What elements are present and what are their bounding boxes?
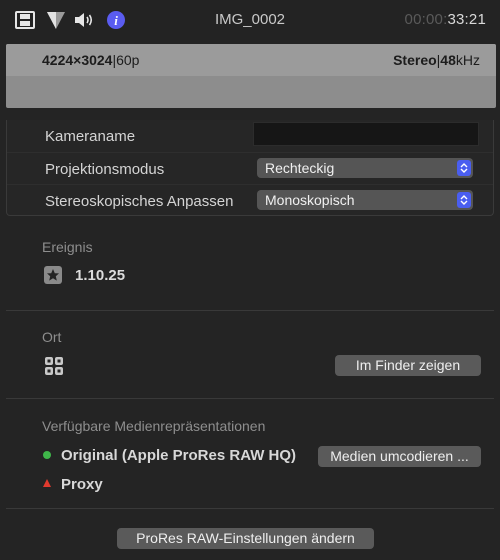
event-value: 1.10.25 <box>75 267 126 284</box>
original-status-dot <box>43 451 51 459</box>
transcode-media-button[interactable]: Medien umcodieren ... <box>318 446 481 467</box>
stereo-row: Stereoskopisches Anpassen Monoskopisch <box>7 184 493 216</box>
proxy-media-label: Proxy <box>61 476 103 493</box>
clip-info-header: 4224×3024|60p Stereo|48kHz <box>6 44 496 108</box>
sample-rate: 48 <box>440 52 456 68</box>
camera-name-field[interactable] <box>253 122 479 146</box>
projection-row: Projektionsmodus Rechteckig <box>7 152 493 184</box>
timecode: 00:00:33:21 <box>405 11 486 28</box>
audio-format: Stereo|48kHz <box>393 52 480 68</box>
projection-label: Projektionsmodus <box>45 161 165 178</box>
projection-popup[interactable]: Rechteckig <box>257 158 473 178</box>
clip-settings-panel: Kameraname Projektionsmodus Rechteckig S… <box>6 120 494 216</box>
framerate: 60p <box>116 52 140 68</box>
camera-name-label: Kameraname <box>45 128 136 145</box>
divider <box>6 508 494 509</box>
camera-name-row: Kameraname <box>7 120 493 152</box>
timecode-leading: 00:00: <box>404 11 448 28</box>
resolution: 4224×3024 <box>42 52 113 68</box>
audio-channels: Stereo <box>393 52 437 68</box>
sample-rate-unit: kHz <box>455 52 480 68</box>
divider <box>6 310 494 311</box>
event-section-label: Ereignis <box>42 239 93 255</box>
grid-icon <box>44 356 64 376</box>
video-format: 4224×3024|60p <box>42 52 140 68</box>
inspector-toolbar: i IMG_0002 00:00:33:21 <box>0 0 500 40</box>
proxy-warning-triangle-icon <box>43 479 51 487</box>
projection-value: Rechteckig <box>265 160 335 176</box>
original-media-label: Original (Apple ProRes RAW HQ) <box>61 447 297 464</box>
updown-arrows-icon <box>457 160 471 176</box>
stereo-popup[interactable]: Monoskopisch <box>257 190 473 210</box>
updown-arrows-icon <box>457 192 471 208</box>
location-section-label: Ort <box>42 329 62 345</box>
format-row: 4224×3024|60p Stereo|48kHz <box>6 44 496 76</box>
prores-raw-settings-button[interactable]: ProRes RAW-Einstellungen ändern <box>117 528 374 549</box>
stereo-value: Monoskopisch <box>265 192 355 208</box>
media-section-label: Verfügbare Medienrepräsentationen <box>42 418 266 434</box>
stereo-label: Stereoskopisches Anpassen <box>45 193 234 210</box>
show-in-finder-button[interactable]: Im Finder zeigen <box>335 355 481 376</box>
star-icon <box>44 266 62 284</box>
timecode-value: 33:21 <box>447 11 486 28</box>
divider <box>6 398 494 399</box>
